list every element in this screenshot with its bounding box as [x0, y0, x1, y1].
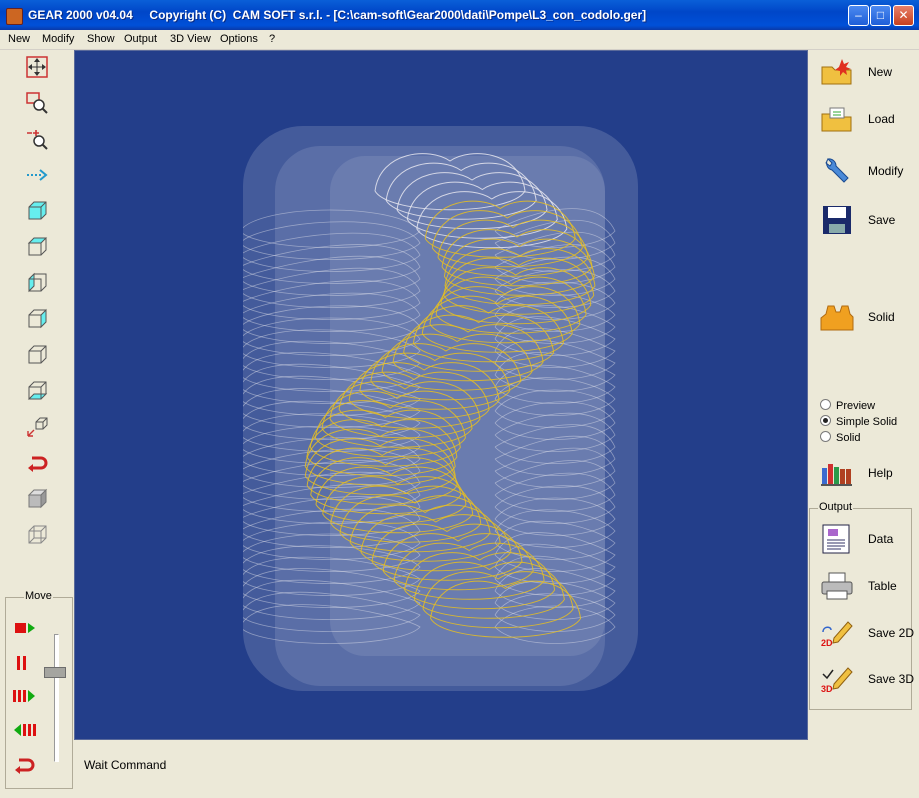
view-right-icon[interactable]	[26, 308, 48, 330]
rewind-icon[interactable]	[12, 722, 38, 738]
gear-3d-render	[243, 126, 638, 691]
menu-bar: New Modify Show Output 3D View Options ?	[0, 30, 919, 50]
solid-radio-dot[interactable]	[820, 431, 831, 442]
books-icon	[821, 464, 852, 486]
speed-slider-thumb[interactable]	[44, 667, 66, 678]
gear-solid-icon	[820, 305, 854, 331]
preview-radio-label: Preview	[836, 400, 876, 412]
save-3d-label: Save 3D	[868, 672, 915, 686]
save-label: Save	[868, 213, 896, 227]
speed-slider-track[interactable]	[54, 634, 59, 762]
view-bottom-icon[interactable]	[26, 380, 48, 402]
forward-icon[interactable]	[12, 688, 38, 704]
view-isometric-icon[interactable]	[26, 416, 48, 438]
new-folder-icon	[821, 59, 852, 85]
pan-arrow-icon[interactable]	[26, 164, 48, 186]
solid-button[interactable]: Solid	[818, 300, 918, 336]
maximize-button[interactable]: □	[870, 5, 891, 26]
menu-show[interactable]: Show	[87, 33, 115, 45]
undo-view-icon[interactable]	[26, 452, 48, 474]
wrench-icon	[825, 158, 849, 183]
menu-modify[interactable]: Modify	[42, 33, 74, 45]
close-button[interactable]: ✕	[893, 5, 914, 26]
load-folder-icon	[821, 107, 852, 132]
view-left-icon[interactable]	[26, 272, 48, 294]
pencil-3d-icon: 3D	[821, 667, 853, 694]
shaded-cube-icon[interactable]	[26, 488, 48, 510]
help-label: Help	[868, 466, 893, 480]
modify-button[interactable]: Modify	[818, 154, 918, 190]
menu-output[interactable]: Output	[124, 33, 157, 45]
load-button[interactable]: Load	[818, 102, 918, 138]
title-bar: GEAR 2000 v04.04 Copyright (C) CAM SOFT …	[0, 0, 919, 30]
load-label: Load	[868, 112, 895, 126]
help-button[interactable]: Help	[818, 456, 918, 492]
solid-radio[interactable]: Solid	[820, 431, 860, 444]
table-button[interactable]: Table	[818, 569, 918, 605]
simple-solid-radio-label: Simple Solid	[836, 416, 898, 428]
pause-icon[interactable]	[14, 654, 34, 672]
preview-radio[interactable]: Preview	[820, 399, 875, 412]
gear-body-shade	[330, 156, 605, 656]
floppy-disk-icon	[823, 206, 851, 234]
simple-solid-radio-dot[interactable]	[820, 415, 831, 426]
save-button[interactable]: Save	[818, 203, 918, 239]
printer-icon	[821, 572, 853, 600]
save-2d-label: Save 2D	[868, 626, 915, 640]
new-button[interactable]: New	[818, 55, 918, 91]
save-3d-button[interactable]: 3D Save 3D	[818, 662, 918, 698]
wireframe-cube-icon[interactable]	[26, 524, 48, 546]
view-back-icon[interactable]	[26, 344, 48, 366]
data-label: Data	[868, 532, 894, 546]
modify-label: Modify	[868, 164, 904, 178]
simple-solid-radio[interactable]: Simple Solid	[820, 415, 897, 428]
svg-text:2D: 2D	[821, 638, 833, 648]
document-icon	[822, 524, 850, 554]
menu-options[interactable]: Options	[220, 33, 258, 45]
zoom-in-out-icon[interactable]	[26, 128, 48, 150]
view-top-icon[interactable]	[26, 236, 48, 258]
pencil-2d-icon: 2D	[821, 621, 853, 648]
move-group-label: Move	[24, 590, 53, 602]
menu-help[interactable]: ?	[269, 33, 275, 45]
solid-radio-label: Solid	[836, 432, 861, 444]
data-button[interactable]: Data	[818, 522, 918, 558]
output-group-label: Output	[818, 501, 854, 513]
new-label: New	[868, 65, 893, 79]
app-icon[interactable]	[6, 8, 23, 25]
minimize-button[interactable]: –	[848, 5, 869, 26]
zoom-window-icon[interactable]	[26, 92, 48, 114]
menu-new[interactable]: New	[8, 33, 30, 45]
status-text: Wait Command	[84, 758, 167, 772]
return-icon[interactable]	[13, 755, 35, 775]
menu-3d-view[interactable]: 3D View	[170, 33, 211, 45]
move-view-icon[interactable]	[26, 56, 48, 78]
move-group: Move	[5, 590, 73, 789]
preview-radio-dot[interactable]	[820, 399, 831, 410]
table-label: Table	[868, 579, 897, 593]
svg-text:3D: 3D	[821, 684, 833, 694]
play-icon[interactable]	[14, 620, 38, 636]
3d-viewport[interactable]	[74, 50, 808, 740]
window-title: GEAR 2000 v04.04 Copyright (C) CAM SOFT …	[28, 8, 647, 22]
save-2d-button[interactable]: 2D Save 2D	[818, 616, 918, 652]
view-front-icon[interactable]	[26, 200, 48, 222]
solid-label: Solid	[868, 310, 895, 324]
